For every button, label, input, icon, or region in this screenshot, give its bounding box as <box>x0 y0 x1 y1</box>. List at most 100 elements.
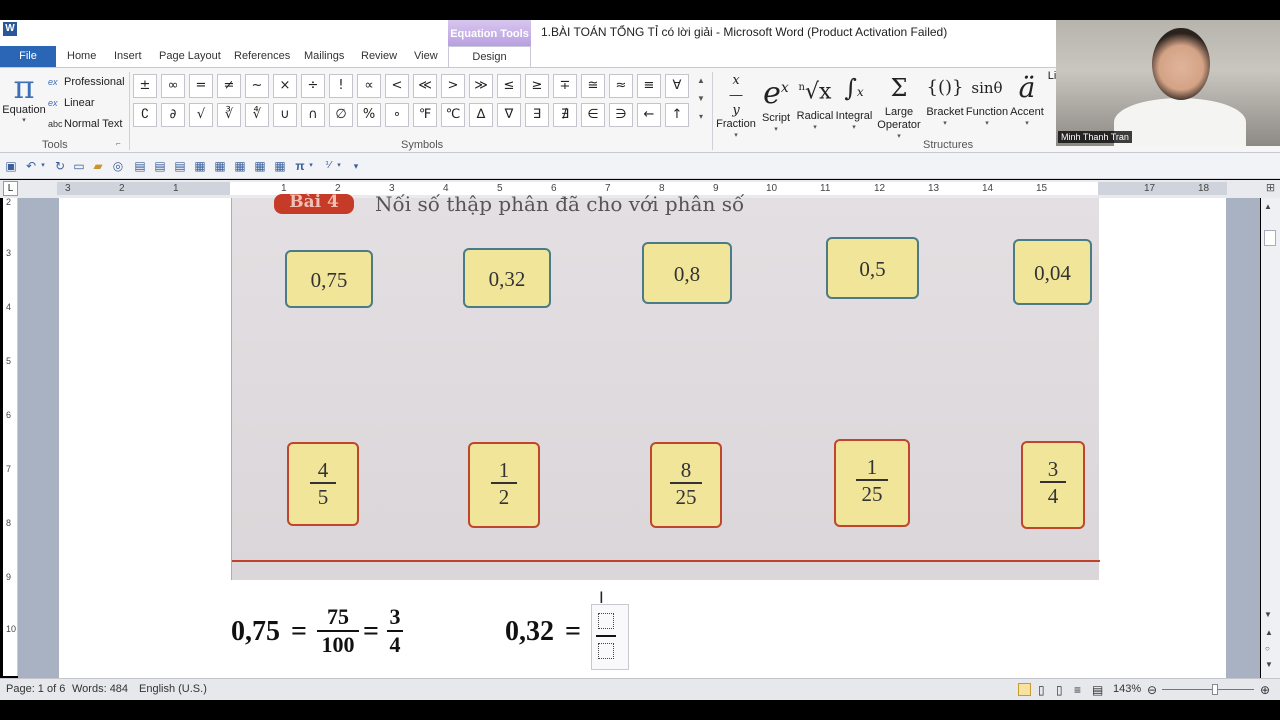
large-operator-button[interactable]: Σ Large Operator ▾ <box>874 70 924 140</box>
new-document-icon[interactable]: ▭ <box>71 158 87 174</box>
symbol-button[interactable]: = <box>189 74 213 98</box>
pi-icon[interactable]: π <box>292 158 308 174</box>
tab-page-layout[interactable]: Page Layout <box>159 46 221 67</box>
symbol-button[interactable]: ± <box>133 74 157 98</box>
symbol-button[interactable]: √ <box>189 103 213 127</box>
symbol-button[interactable]: ∅ <box>329 103 353 127</box>
symbol-button[interactable]: ∁ <box>133 103 157 127</box>
equation-line[interactable]: 0,75 = 75 100 = 3 4 0,32 = I <box>231 588 1099 678</box>
tab-view[interactable]: View <box>414 46 438 67</box>
document-page[interactable]: Bài 4 Nối số thập phân đã cho với phân s… <box>59 192 1226 678</box>
numerator-placeholder[interactable] <box>598 613 614 629</box>
symbol-button[interactable]: ∂ <box>161 103 185 127</box>
function-button[interactable]: sinθ Function ▾ <box>964 70 1010 132</box>
scroll-up-icon[interactable]: ▲ <box>1264 202 1272 211</box>
tab-insert[interactable]: Insert <box>114 46 142 67</box>
tab-review[interactable]: Review <box>361 46 397 67</box>
tab-selector-icon[interactable]: L <box>3 181 18 196</box>
grid-icon[interactable]: ▦ <box>212 158 228 174</box>
symbol-button[interactable]: ≈ <box>609 74 633 98</box>
zoom-out-icon[interactable]: ⊖ <box>1147 683 1157 697</box>
zoom-slider-thumb[interactable] <box>1212 684 1218 695</box>
symbol-button[interactable]: ∆ <box>469 103 493 127</box>
symbol-button[interactable]: × <box>273 74 297 98</box>
symbol-button[interactable]: ∩ <box>301 103 325 127</box>
save-icon[interactable]: ▣ <box>3 158 19 174</box>
symbol-button[interactable]: ← <box>637 103 661 127</box>
symbol-button[interactable]: ∇ <box>497 103 521 127</box>
script-button[interactable]: ex Script ▾ <box>758 70 794 133</box>
symbol-button[interactable]: ∃ <box>525 103 549 127</box>
tab-mailings[interactable]: Mailings <box>304 46 344 67</box>
draft-icon[interactable]: ▤ <box>1092 683 1103 697</box>
chevron-down-icon[interactable]: ▾ <box>307 158 315 174</box>
language[interactable]: English (U.S.) <box>139 683 207 695</box>
zoom-in-icon[interactable]: ⊕ <box>1260 683 1270 697</box>
web-layout-icon[interactable]: ▯ <box>1056 683 1063 697</box>
equation-edit-box[interactable] <box>591 604 629 670</box>
symbol-button[interactable]: ∞ <box>161 74 185 98</box>
tab-references[interactable]: References <box>234 46 290 67</box>
scroll-thumb[interactable] <box>1264 230 1276 246</box>
redo-icon[interactable]: ↻ <box>52 158 68 174</box>
zoom-slider[interactable] <box>1162 689 1254 690</box>
symbol-button[interactable]: ! <box>329 74 353 98</box>
outline-icon[interactable]: ≡ <box>1074 683 1081 697</box>
zoom-level[interactable]: 143% <box>1113 683 1141 695</box>
symbol-button[interactable]: ≤ <box>497 74 521 98</box>
grid-icon[interactable]: ▦ <box>252 158 268 174</box>
symbol-button[interactable]: ∄ <box>553 103 577 127</box>
symbol-button[interactable]: ≥ <box>525 74 549 98</box>
select-browse-object-icon[interactable]: ○ <box>1265 644 1270 653</box>
symbol-button[interactable]: ≫ <box>469 74 493 98</box>
accent-button[interactable]: ä Accent ▾ <box>1010 70 1044 132</box>
undo-icon[interactable]: ↶ <box>23 158 39 174</box>
symbol-button[interactable]: ≡ <box>637 74 661 98</box>
integral-button[interactable]: ∫x Integral ▾ <box>834 70 874 132</box>
symbol-button[interactable]: ∈ <box>581 103 605 127</box>
symbol-button[interactable]: ÷ <box>301 74 325 98</box>
scroll-down-icon[interactable]: ▼ <box>1264 610 1272 619</box>
symbol-button[interactable]: ∜ <box>245 103 269 127</box>
symbol-button[interactable]: > <box>441 74 465 98</box>
tab-design[interactable]: Design <box>448 46 531 67</box>
denominator-placeholder[interactable] <box>598 643 614 659</box>
symbol-button[interactable]: ∝ <box>357 74 381 98</box>
symbol-button[interactable]: ℃ <box>441 103 465 127</box>
customize-qat-icon[interactable]: ▾ <box>348 158 364 174</box>
vertical-ruler[interactable]: 2 3 4 5 6 7 8 9 10 <box>3 197 18 676</box>
symbol-button[interactable]: ∛ <box>217 103 241 127</box>
normal-text-option[interactable]: abcNormal Text <box>48 114 122 134</box>
symbols-scroll[interactable]: ▲ ▼ ▾ <box>695 72 707 130</box>
symbol-button[interactable]: ℉ <box>413 103 437 127</box>
table-icon[interactable]: ▤ <box>172 158 188 174</box>
dialog-launcher-icon[interactable]: ⌐ <box>116 139 121 148</box>
linear-option[interactable]: ex Linear <box>48 93 95 113</box>
symbol-button[interactable]: ≠ <box>217 74 241 98</box>
table-icon[interactable]: ▤ <box>152 158 168 174</box>
print-layout-icon[interactable] <box>1018 683 1031 696</box>
equation-button[interactable]: π Equation ▾ <box>2 70 46 130</box>
bracket-button[interactable]: {()} Bracket ▾ <box>924 70 966 132</box>
symbol-button[interactable]: ≪ <box>413 74 437 98</box>
symbol-button[interactable]: ∋ <box>609 103 633 127</box>
radical-button[interactable]: n√x Radical ▾ <box>796 70 834 132</box>
symbol-button[interactable]: ∓ <box>553 74 577 98</box>
tab-file[interactable]: File <box>0 46 56 67</box>
grid-icon[interactable]: ▦ <box>232 158 248 174</box>
symbol-button[interactable]: ∪ <box>273 103 297 127</box>
grid-icon[interactable]: ▦ <box>192 158 208 174</box>
fraction-icon[interactable]: ⅟ <box>320 158 336 174</box>
open-folder-icon[interactable]: ▰ <box>90 158 106 174</box>
symbol-button[interactable]: ∀ <box>665 74 689 98</box>
view-ruler-icon[interactable]: ⊞ <box>1263 181 1278 196</box>
grid-icon[interactable]: ▦ <box>272 158 288 174</box>
symbol-button[interactable]: ~ <box>245 74 269 98</box>
full-screen-reading-icon[interactable]: ▯ <box>1038 683 1045 697</box>
chevron-down-icon[interactable]: ▾ <box>335 158 343 174</box>
tab-home[interactable]: Home <box>67 46 96 67</box>
next-page-icon[interactable]: ▼ <box>1265 660 1273 669</box>
symbol-button[interactable]: ≅ <box>581 74 605 98</box>
symbol-button[interactable]: ↑ <box>665 103 689 127</box>
word-logo-icon[interactable]: W <box>3 22 17 36</box>
